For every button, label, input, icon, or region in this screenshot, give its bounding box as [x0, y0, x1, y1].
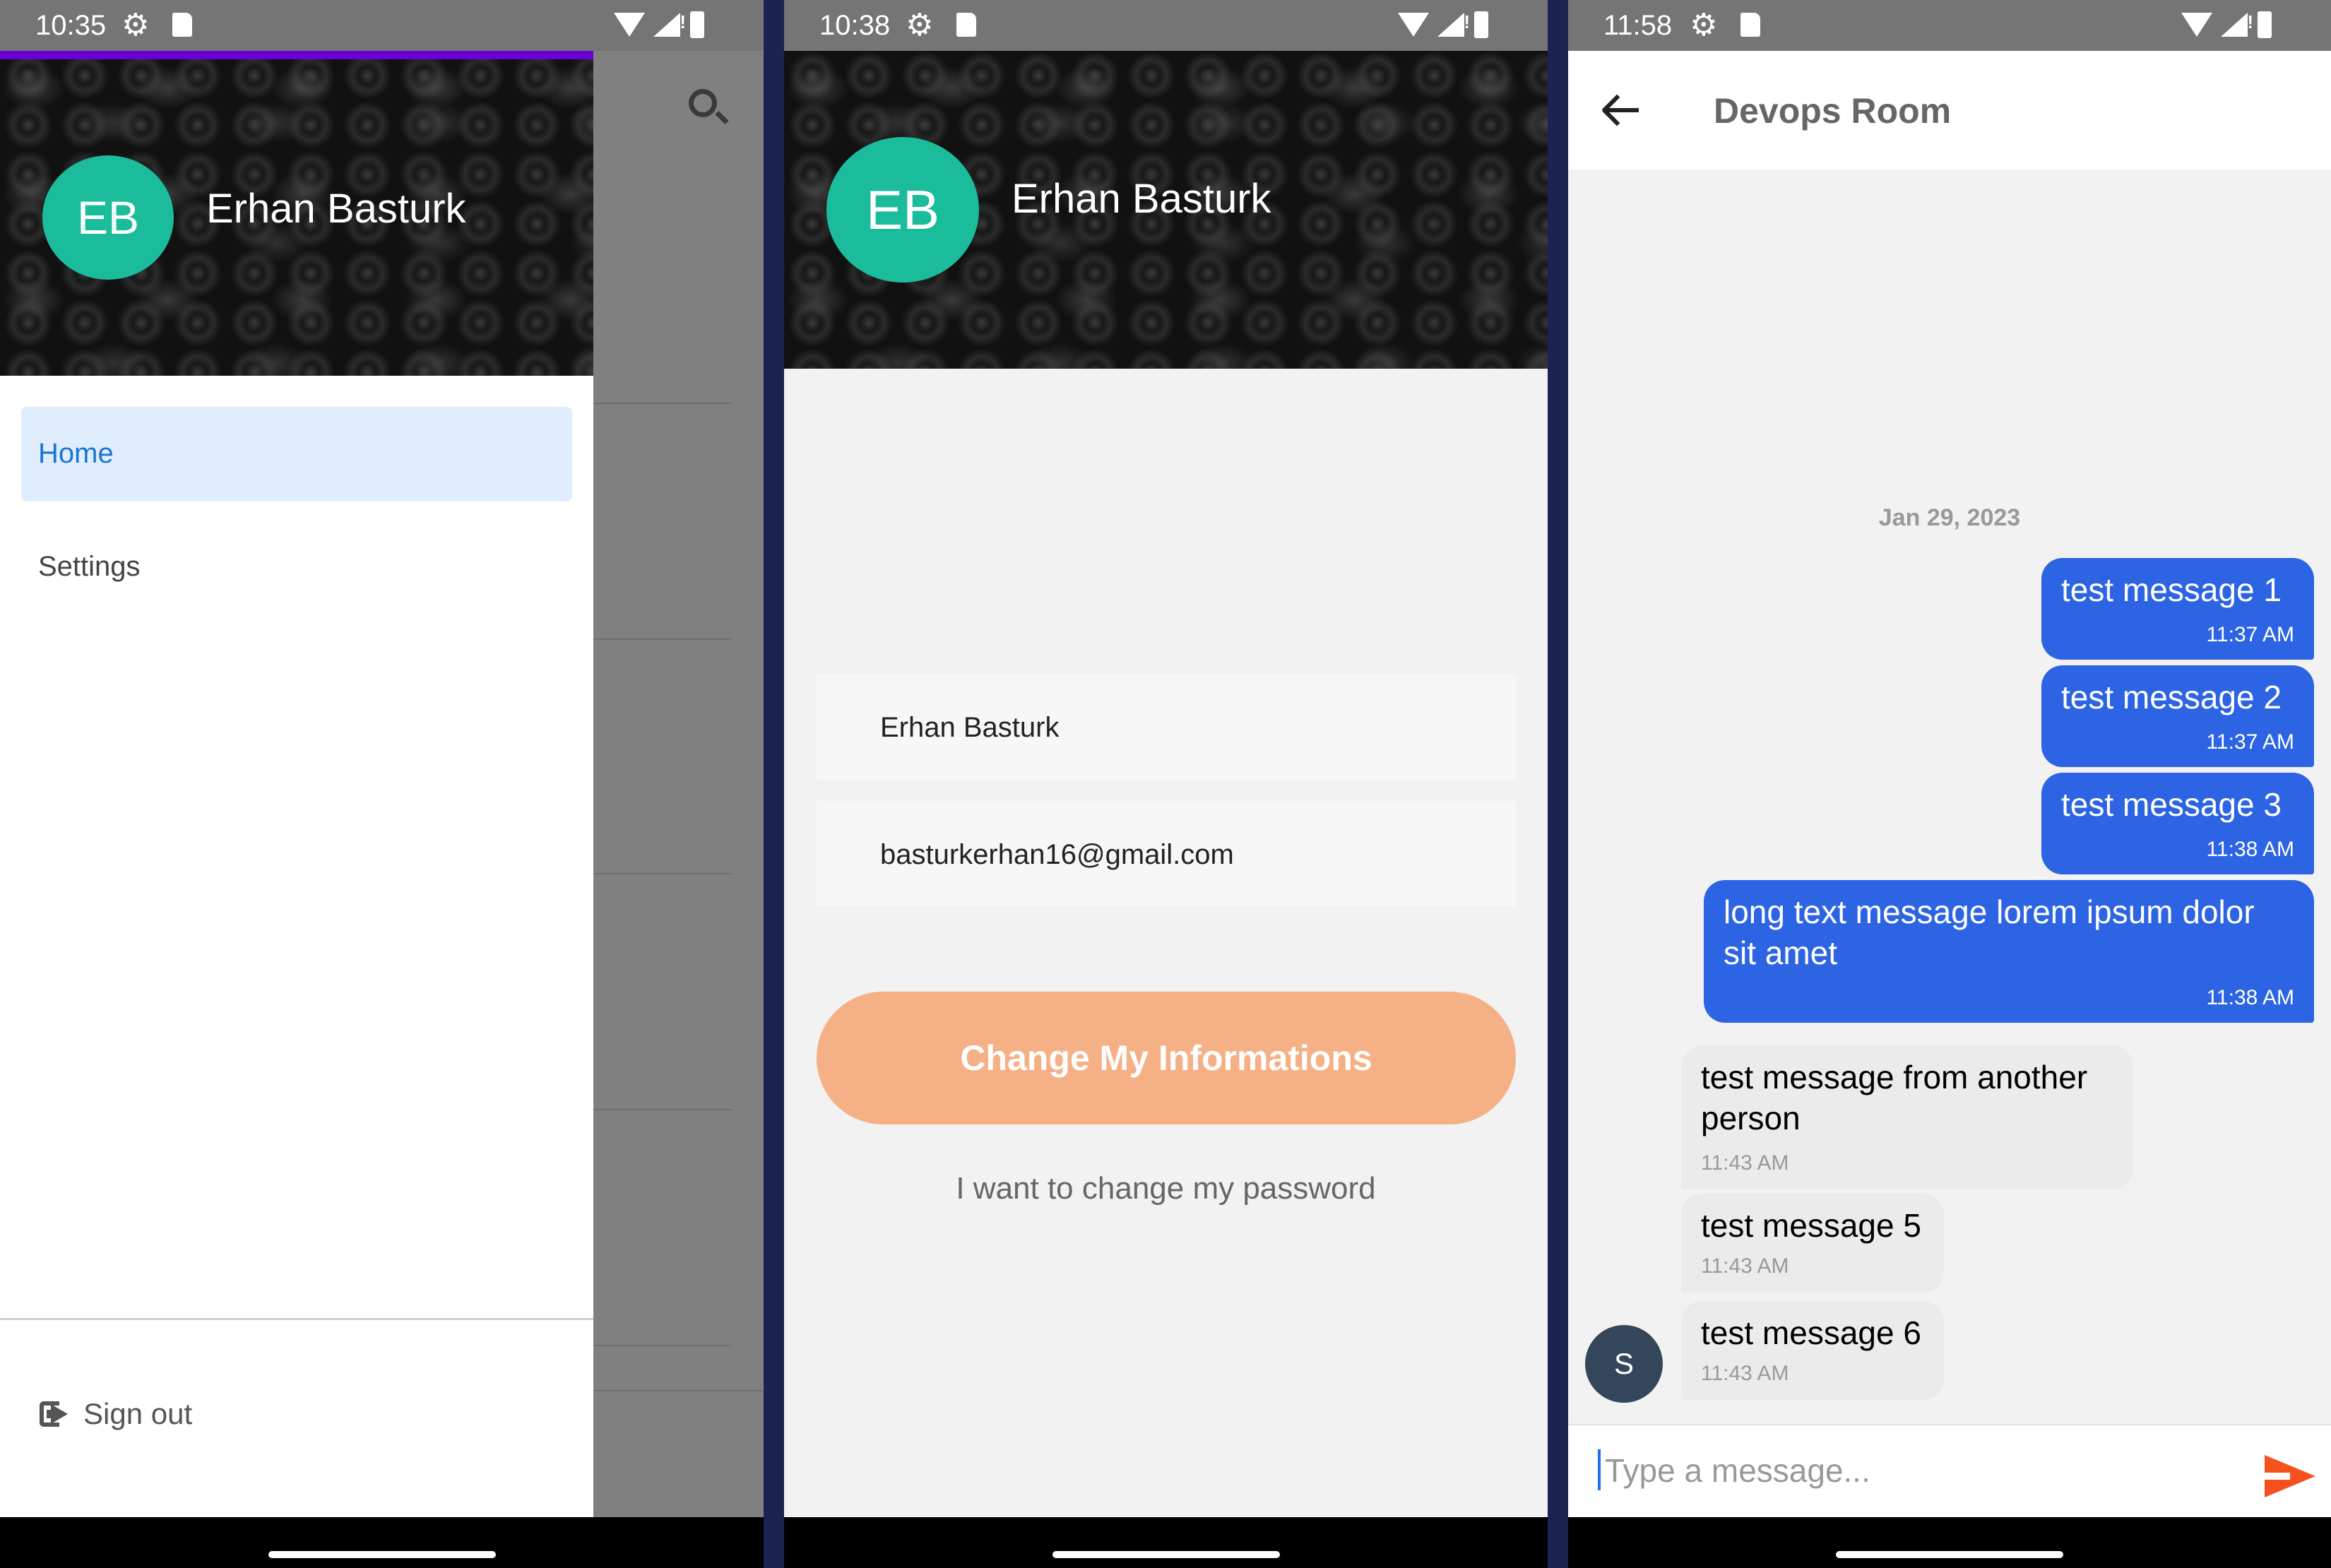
navigation-drawer: EB Erhan Basturk Home Settings Sign out [0, 51, 593, 1517]
drawer-item-label: Home [38, 438, 114, 469]
name-field-value: Erhan Basturk [880, 712, 1060, 743]
drawer-item-settings[interactable]: Settings [38, 551, 141, 583]
email-field-value: basturkerhan16@gmail.com [880, 839, 1234, 870]
gear-icon: ⚙ [906, 8, 934, 42]
change-informations-button[interactable]: Change My Informations [817, 992, 1516, 1124]
signal-alert-icon: ! [1464, 11, 1470, 32]
message-text: test message 1 [2061, 571, 2282, 608]
status-bar: 10:38 ⚙ ! [784, 0, 1548, 51]
avatar[interactable]: EB [826, 137, 979, 283]
avatar[interactable]: S [1585, 1325, 1663, 1403]
date-separator: Jan 29, 2023 [1878, 504, 2021, 531]
list-divider [593, 1109, 731, 1110]
message-text: long text message lorem ipsum dolor sit … [1724, 893, 2255, 971]
drawer-header: EB Erhan Basturk [0, 51, 593, 376]
home-gesture-bar[interactable] [1836, 1551, 2063, 1558]
list-divider [593, 873, 731, 874]
home-gesture-bar[interactable] [268, 1551, 496, 1558]
message-time: 11:37 AM [2206, 730, 2294, 754]
message-time: 11:43 AM [1701, 1151, 1789, 1175]
chat-app-bar: Devops Room [1568, 51, 2331, 170]
wifi-icon [614, 13, 645, 37]
message-time: 11:43 AM [1701, 1362, 1789, 1385]
signal-icon [2221, 13, 2248, 37]
name-field[interactable]: Erhan Basturk [817, 674, 1516, 780]
list-divider [593, 1390, 764, 1391]
user-name: Erhan Basturk [206, 186, 466, 232]
message-time: 11:37 AM [2206, 623, 2294, 646]
message-text: test message 6 [1701, 1314, 1921, 1351]
message-bubble-sent[interactable]: test message 2 11:37 AM [2041, 665, 2314, 767]
gear-icon: ⚙ [121, 8, 150, 42]
list-divider [593, 639, 731, 640]
signal-alert-icon: ! [2247, 11, 2253, 32]
message-bubble-received[interactable]: test message 6 11:43 AM [1681, 1301, 1944, 1400]
message-composer [1568, 1424, 2331, 1519]
message-time: 11:43 AM [1701, 1254, 1789, 1278]
signal-alert-icon: ! [680, 11, 686, 32]
back-arrow-icon[interactable] [1601, 92, 1639, 129]
drawer-screen: 10:35 ⚙ ! EB Erhan Basturk Home Settings… [0, 0, 764, 1568]
text-cursor [1598, 1449, 1601, 1490]
change-password-link[interactable]: I want to change my password [784, 1171, 1548, 1206]
message-text: test message 5 [1701, 1207, 1921, 1244]
status-time: 10:38 [819, 10, 891, 41]
send-icon[interactable] [2265, 1455, 2315, 1497]
email-field[interactable]: basturkerhan16@gmail.com [817, 801, 1516, 907]
sign-out-button[interactable]: Sign out [40, 1393, 192, 1435]
status-time: 11:58 [1603, 10, 1673, 41]
system-nav-bar [1568, 1517, 2331, 1568]
search-icon[interactable] [689, 89, 717, 117]
drawer-item-home[interactable]: Home [21, 407, 572, 501]
home-gesture-bar[interactable] [1052, 1551, 1280, 1558]
message-time: 11:38 AM [2206, 838, 2294, 861]
battery-icon [690, 11, 704, 38]
drawer-divider [0, 1318, 593, 1320]
profile-screen: 10:38 ⚙ ! EB Erhan Basturk Erhan Basturk… [784, 0, 1548, 1568]
message-text: test message 3 [2061, 786, 2282, 823]
signal-icon [653, 13, 680, 37]
message-bubble-received[interactable]: test message from another person 11:43 A… [1681, 1045, 2133, 1189]
drawer-accent-bar [0, 51, 593, 59]
message-text: test message from another person [1701, 1059, 2088, 1136]
sd-card-icon [172, 13, 192, 37]
system-nav-bar [0, 1517, 764, 1568]
message-text: test message 2 [2061, 679, 2282, 715]
wifi-icon [1398, 13, 1429, 37]
battery-icon [2258, 11, 2272, 38]
gear-icon: ⚙ [1690, 8, 1718, 42]
sign-out-label: Sign out [83, 1397, 193, 1430]
message-bubble-received[interactable]: test message 5 11:43 AM [1681, 1194, 1944, 1293]
status-bar: 11:58 ⚙ ! [1568, 0, 2331, 51]
list-divider [593, 403, 731, 404]
avatar[interactable]: EB [42, 155, 174, 280]
message-time: 11:38 AM [2206, 986, 2294, 1009]
battery-icon [1474, 11, 1488, 38]
status-time: 10:35 [35, 10, 107, 41]
message-bubble-sent[interactable]: test message 1 11:37 AM [2041, 558, 2314, 660]
message-bubble-sent[interactable]: long text message lorem ipsum dolor sit … [1704, 880, 2314, 1023]
chat-screen: 11:58 ⚙ ! Devops Room Jan 29, 2023 test … [1568, 0, 2331, 1568]
list-divider [593, 1345, 731, 1346]
user-name: Erhan Basturk [1012, 176, 1271, 222]
profile-header: EB Erhan Basturk [784, 51, 1548, 369]
room-title: Devops Room [1714, 91, 1952, 131]
message-bubble-sent[interactable]: test message 3 11:38 AM [2041, 773, 2314, 874]
wifi-icon [2181, 13, 2212, 37]
sd-card-icon [1740, 13, 1760, 37]
sd-card-icon [956, 13, 976, 37]
sign-out-icon [40, 1400, 68, 1428]
signal-icon [1437, 13, 1464, 37]
system-nav-bar [784, 1517, 1548, 1568]
message-input[interactable] [1603, 1447, 2228, 1495]
status-bar: 10:35 ⚙ ! [0, 0, 764, 51]
